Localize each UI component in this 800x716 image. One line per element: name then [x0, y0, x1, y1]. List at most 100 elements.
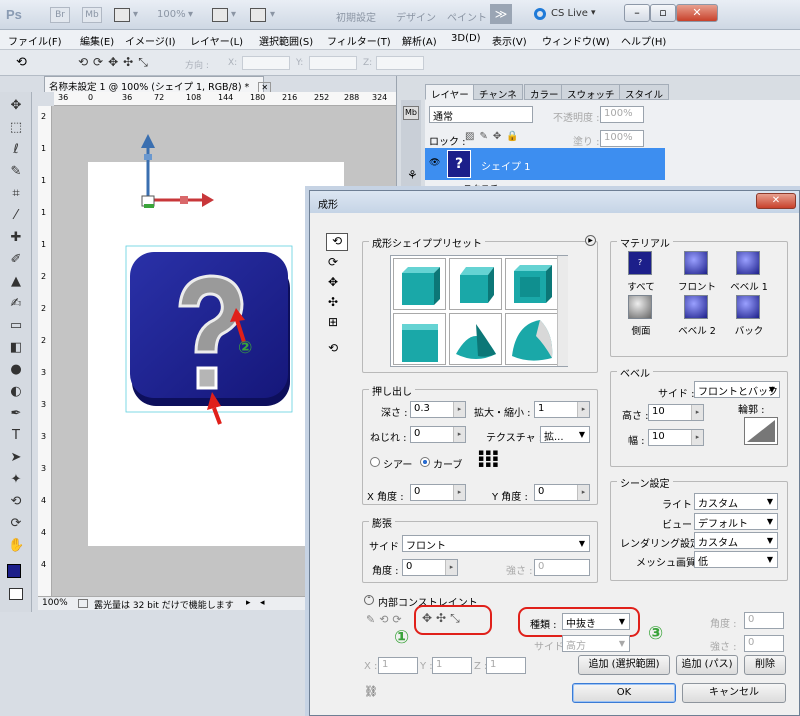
3d-panel-icon[interactable]: ⚘	[407, 168, 418, 182]
chevron-down-icon[interactable]: ▾	[133, 9, 138, 20]
healing-brush-tool-icon[interactable]: ✚	[8, 230, 24, 246]
workspace-design[interactable]: デザイン	[396, 9, 436, 24]
menu-image[interactable]: イメージ(I)	[125, 33, 176, 48]
pen-tool-icon[interactable]: ✒	[8, 406, 24, 422]
menu-filter[interactable]: フィルター(T)	[327, 33, 391, 48]
scroll-left-icon[interactable]: ◂	[260, 598, 265, 608]
depth-stepper-icon[interactable]: ▸	[453, 402, 465, 417]
y-angle-stepper-icon[interactable]: ▸	[577, 485, 589, 500]
menu-layer[interactable]: レイヤー(L)	[190, 33, 243, 48]
preset-cube-bevel[interactable]	[449, 258, 502, 310]
foreground-color-swatch[interactable]	[7, 564, 21, 578]
preset-box[interactable]	[393, 313, 446, 365]
blend-mode-select[interactable]: 通常	[429, 106, 533, 123]
constraint-y-field[interactable]: 1	[432, 657, 472, 674]
arrange-documents-icon[interactable]	[212, 8, 228, 22]
constraint-z-field[interactable]: 1	[486, 657, 526, 674]
history-brush-tool-icon[interactable]: ✍	[8, 296, 24, 312]
preset-cube[interactable]	[393, 258, 446, 310]
object-roll-icon[interactable]: ⟳	[328, 255, 338, 269]
constraint-select-tools-icon[interactable]: ✎⟲⟳	[366, 613, 406, 626]
quick-select-tool-icon[interactable]: ✎	[8, 164, 24, 180]
view-extras-icon[interactable]	[114, 8, 130, 22]
constraint-side-select[interactable]: 高方 ▼	[562, 635, 630, 652]
material-front-swatch[interactable]	[684, 251, 708, 275]
tab-styles[interactable]: スタイル	[619, 84, 670, 101]
ok-button[interactable]: OK	[572, 683, 676, 703]
close-button[interactable]: ✕	[676, 4, 718, 22]
menu-3d[interactable]: 3D(D)	[451, 33, 481, 44]
add-selection-button[interactable]: 追加 (選択範囲)	[578, 655, 670, 675]
material-bevel1-swatch[interactable]	[736, 251, 760, 275]
constraint-transform-tools-icon[interactable]: ✥✣⤡	[422, 611, 464, 626]
gradient-tool-icon[interactable]: ◧	[8, 340, 24, 356]
object-slide-icon[interactable]: ✣	[328, 295, 338, 309]
tab-swatches[interactable]: スウォッチ	[561, 84, 621, 101]
material-bevel2-swatch[interactable]	[684, 295, 708, 319]
camera-tools-icon[interactable]: ⟲	[328, 341, 338, 355]
twist-stepper-icon[interactable]: ▸	[453, 427, 465, 442]
move-tool-icon[interactable]: ✥	[8, 98, 24, 114]
constraint-type-select[interactable]: 中抜き ▼	[562, 613, 630, 630]
bevel-width-stepper-icon[interactable]: ▸	[691, 430, 703, 445]
add-path-button[interactable]: 追加 (パス)	[676, 655, 738, 675]
bevel-height-stepper-icon[interactable]: ▸	[691, 405, 703, 420]
workspace-essentials[interactable]: 初期設定	[336, 9, 376, 24]
mesh-quality-select[interactable]: 低 ▼	[694, 551, 778, 568]
contour-picker[interactable]	[744, 417, 778, 445]
mini-bridge-panel-icon[interactable]: Mb	[403, 106, 419, 120]
opacity-field[interactable]: 100%	[600, 106, 644, 123]
eyedropper-tool-icon[interactable]: ⁄	[8, 208, 24, 224]
constraint-angle-field[interactable]: 0	[744, 612, 784, 629]
object-scale-icon[interactable]: ⊞	[328, 315, 338, 329]
dodge-tool-icon[interactable]: ◐	[8, 384, 24, 400]
material-all-swatch[interactable]: ?	[628, 251, 652, 275]
zoom-level[interactable]: 100%	[157, 9, 186, 20]
menu-view[interactable]: 表示(V)	[492, 33, 527, 48]
x-field[interactable]	[242, 56, 290, 70]
chevron-down-icon[interactable]: ▾	[188, 9, 193, 20]
x-angle-stepper-icon[interactable]: ▸	[453, 485, 465, 500]
bevel-side-select[interactable]: フロントとバック ▼	[694, 381, 780, 398]
crop-tool-icon[interactable]: ⌗	[8, 186, 24, 202]
eraser-tool-icon[interactable]: ▭	[8, 318, 24, 334]
constraint-strength-field[interactable]: 0	[744, 635, 784, 652]
material-side-swatch[interactable]	[628, 295, 652, 319]
constraint-visibility-icon[interactable]: ⛓	[364, 685, 378, 698]
blur-tool-icon[interactable]: ●	[8, 362, 24, 378]
object-rotate-icon[interactable]: ⟲	[326, 233, 348, 251]
3d-axis-widget[interactable]	[128, 132, 218, 216]
chevron-down-icon[interactable]: ▾	[591, 8, 596, 18]
minimize-button[interactable]: –	[624, 4, 650, 22]
menu-window[interactable]: ウィンドウ(W)	[542, 33, 610, 48]
cancel-button[interactable]: キャンセル	[682, 683, 786, 703]
menu-file[interactable]: ファイル(F)	[8, 33, 62, 48]
tab-color[interactable]: カラー	[524, 84, 565, 101]
render-settings-select[interactable]: カスタム ▼	[694, 532, 778, 549]
object-drag-icon[interactable]: ✥	[328, 275, 338, 289]
fill-field[interactable]: 100%	[600, 130, 644, 147]
hand-tool-icon[interactable]: ✋	[8, 538, 24, 554]
3d-rotate-tool-icon[interactable]: ⟲	[8, 494, 24, 510]
inflate-side-select[interactable]: フロント ▼	[402, 535, 590, 552]
workspace-paint[interactable]: ペイント	[447, 9, 487, 24]
lasso-tool-icon[interactable]: ℓ	[8, 142, 24, 158]
marquee-tool-icon[interactable]: ⬚	[8, 120, 24, 136]
3d-object-tools-icon[interactable]: ⟲⟳✥✣⤡	[78, 55, 153, 70]
cs-live-button[interactable]: CS Live	[551, 8, 588, 19]
menu-help[interactable]: ヘルプ(H)	[621, 33, 666, 48]
menu-analysis[interactable]: 解析(A)	[402, 33, 437, 48]
material-back-swatch[interactable]	[736, 295, 760, 319]
texture-select[interactable]: 拡... ▼	[540, 426, 590, 443]
layer-name[interactable]: シェイプ 1	[481, 158, 531, 173]
type-tool-icon[interactable]: T	[8, 428, 24, 444]
reference-point-grid-icon[interactable]: ▪▪▪ ▪▪▪ ▪▪▪	[478, 449, 498, 470]
3d-orbit-tool-icon[interactable]: ⟳	[8, 516, 24, 532]
preset-scrollbar[interactable]	[557, 256, 568, 366]
menu-select[interactable]: 選択範囲(S)	[259, 33, 313, 48]
brush-tool-icon[interactable]: ✐	[8, 252, 24, 268]
quick-mask-icon[interactable]	[9, 588, 23, 600]
restore-button[interactable]: ▫	[650, 4, 676, 22]
chevron-down-icon[interactable]: ▾	[270, 9, 275, 20]
preset-menu-icon[interactable]: ▶	[585, 235, 596, 246]
